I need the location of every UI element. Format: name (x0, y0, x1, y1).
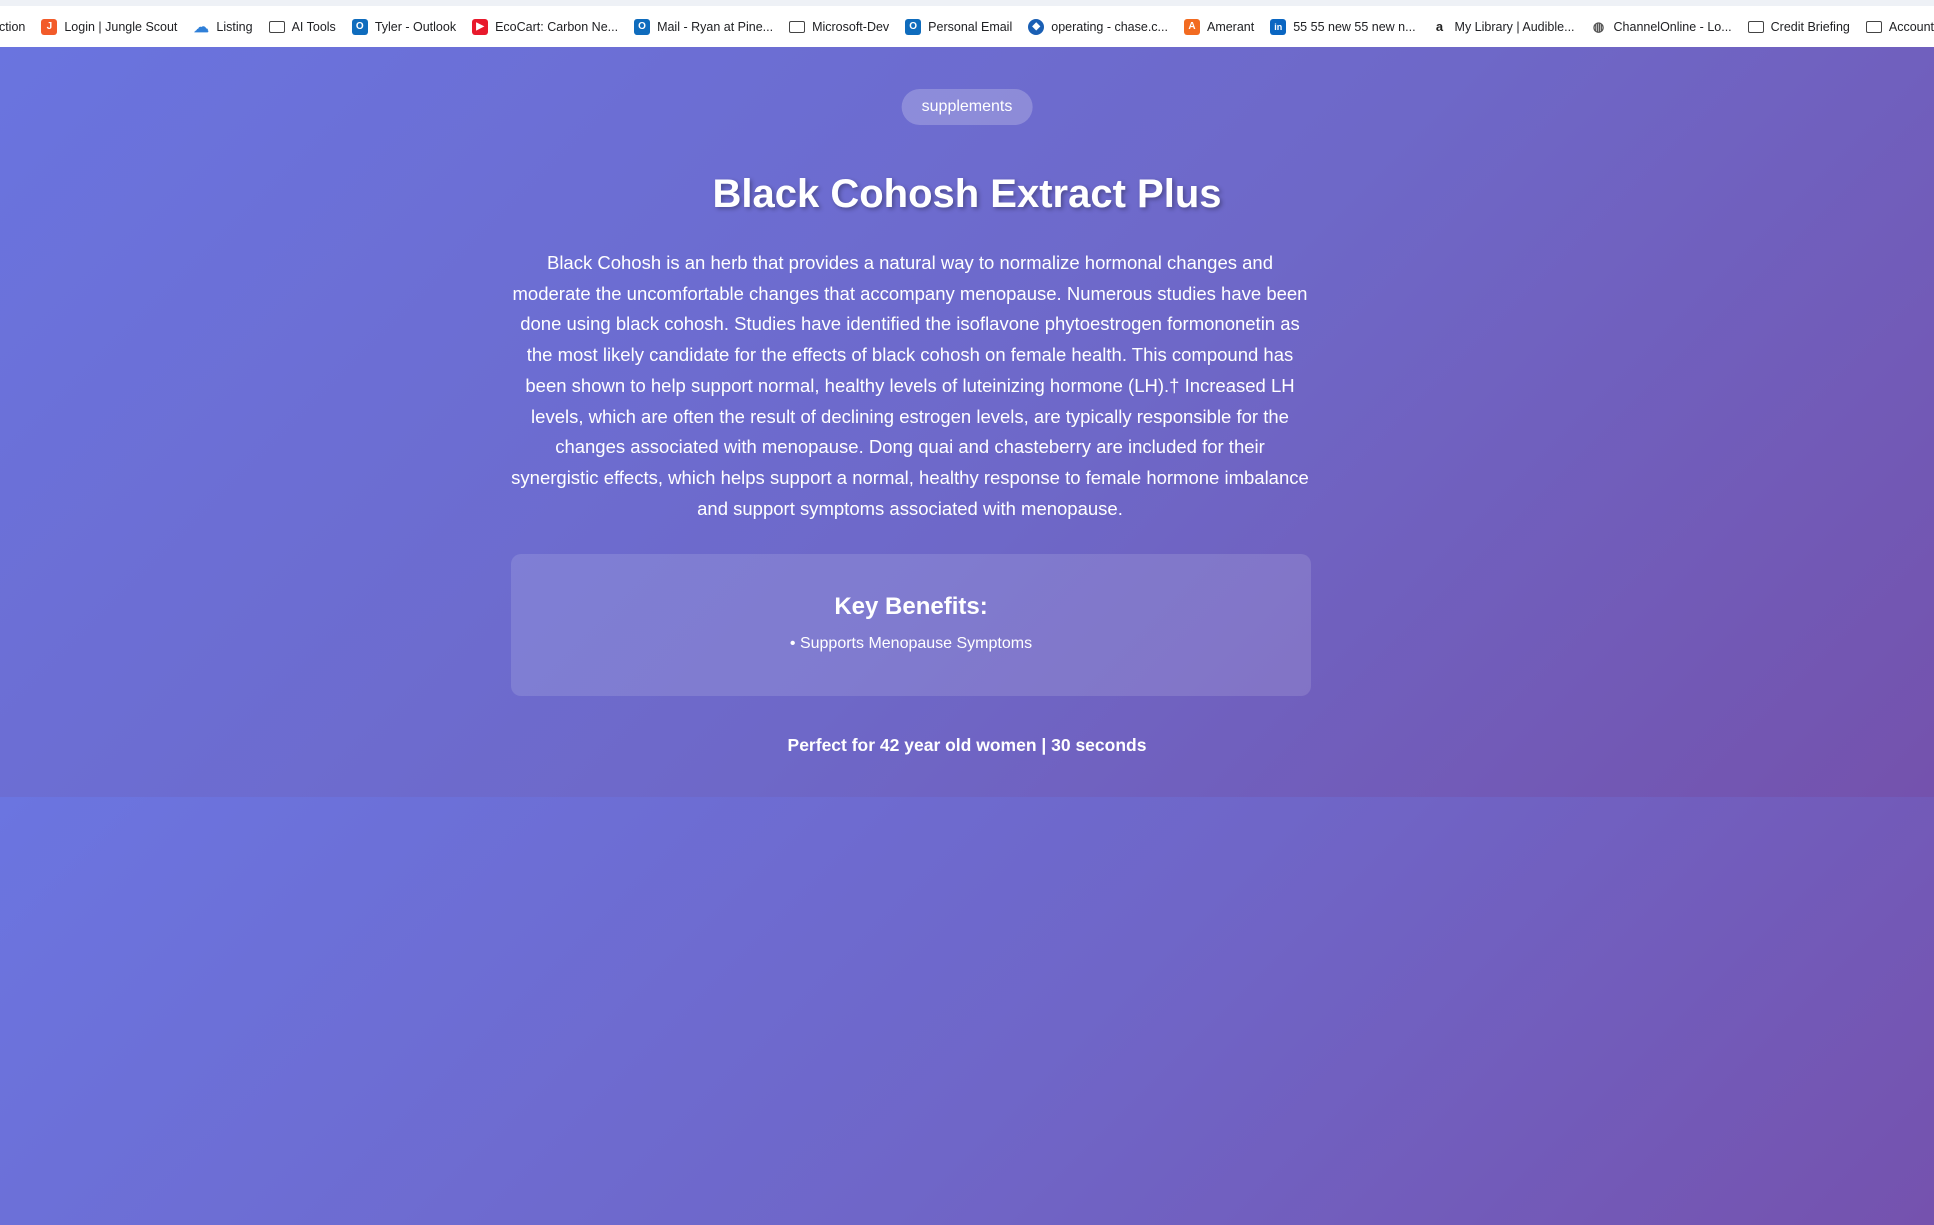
bookmark-label: Personal Email (928, 19, 1013, 34)
bookmark-item[interactable]: uction (0, 13, 33, 41)
bookmark-item[interactable]: Accounting-Am (1858, 13, 1934, 41)
outlook-icon: O (634, 18, 651, 35)
bookmark-label: Accounting-Am (1888, 19, 1934, 34)
bookmark-label: Credit Briefing (1770, 19, 1850, 34)
key-benefits-heading: Key Benefits: (834, 593, 988, 620)
benefit-item: • Supports Menopause Symptoms (789, 635, 1033, 652)
bookmark-item[interactable]: O Tyler - Outlook (344, 13, 464, 41)
bookmark-item[interactable]: ▶ EcoCart: Carbon Ne... (464, 13, 626, 41)
outlook-icon: O (351, 18, 368, 35)
product-title: Black Cohosh Extract Plus (712, 172, 1222, 216)
bookmark-item[interactable]: ◆ operating - chase.c... (1020, 13, 1176, 41)
bookmark-label: Tyler - Outlook (374, 19, 457, 34)
bookmark-label: AI Tools (291, 19, 336, 34)
bookmark-label: My Library | Audible... (1454, 19, 1575, 34)
bookmark-item[interactable]: O Personal Email (897, 13, 1020, 41)
bookmark-item[interactable]: AI Tools (261, 13, 344, 41)
bookmark-label: 55 55 new 55 new n... (1293, 19, 1416, 34)
bookmark-label: ChannelOnline - Lo... (1613, 19, 1732, 34)
folder-icon (789, 20, 806, 33)
bookmark-label: Mail - Ryan at Pine... (657, 19, 774, 34)
linkedin-icon: in (1270, 18, 1287, 35)
bookmark-item[interactable]: Credit Briefing (1740, 13, 1858, 41)
bookmark-label: operating - chase.c... (1051, 19, 1168, 34)
amazon-icon: a (1435, 19, 1444, 34)
bookmarks-bar: uction J Login | Jungle Scout ☁ Listing AI To… (0, 0, 1934, 47)
bookmark-label: uction (0, 19, 26, 34)
jungle-scout-icon: J (41, 18, 58, 35)
bookmark-item[interactable]: J Login | Jungle Scout (33, 13, 185, 41)
bookmark-label: EcoCart: Carbon Ne... (495, 19, 619, 34)
product-description: Black Cohosh is an herb that provides a … (511, 252, 1309, 519)
bookmark-item[interactable]: ☁ Listing (185, 13, 260, 41)
bookmark-label: Listing (216, 19, 253, 34)
category-badge[interactable]: supplements (901, 89, 1033, 125)
bookmark-label: Microsoft-Dev (812, 19, 890, 34)
globe-icon: ◍ (1592, 18, 1605, 34)
bookmark-item[interactable]: a My Library | Audible... (1424, 13, 1583, 41)
bookmark-item[interactable]: ◍ ChannelOnline - Lo... (1583, 13, 1740, 41)
bookmark-label: Login | Jungle Scout (64, 19, 178, 34)
folder-icon (1747, 20, 1764, 33)
bookmark-item[interactable]: in 55 55 new 55 new n... (1262, 13, 1423, 41)
outlook-icon: O (905, 18, 922, 35)
bookmark-item[interactable]: Microsoft-Dev (781, 13, 897, 41)
chase-icon: ◆ (1028, 18, 1045, 35)
page-background (0, 797, 1934, 1225)
amerant-icon: A (1183, 18, 1200, 35)
folder-icon (1865, 20, 1882, 33)
target-audience-line: Perfect for 42 year old women | 30 secon… (787, 735, 1147, 755)
bookmark-label: Amerant (1206, 19, 1255, 34)
cloud-icon: ☁ (193, 18, 209, 36)
key-benefits-card: Key Benefits: • Supports Menopause Sympt… (511, 554, 1311, 696)
bookmark-item[interactable]: O Mail - Ryan at Pine... (626, 13, 781, 41)
bookmark-item[interactable]: A Amerant (1176, 13, 1262, 41)
product-hero: supplements Black Cohosh Extract Plus Bl… (0, 47, 1934, 797)
folder-icon (268, 20, 285, 33)
youtube-icon: ▶ (472, 18, 489, 35)
